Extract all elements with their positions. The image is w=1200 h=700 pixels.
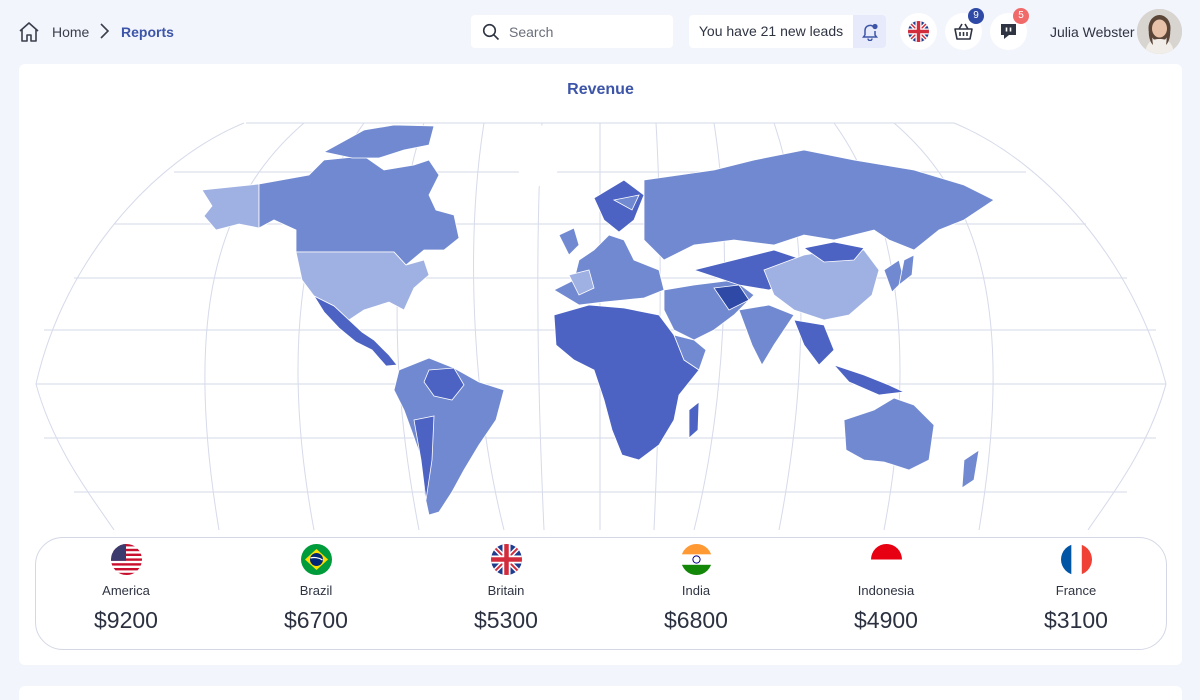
search-input[interactable]	[509, 22, 664, 42]
country-revenue: $5300	[474, 607, 538, 633]
search-box[interactable]	[471, 15, 673, 48]
country-revenue: $9200	[94, 607, 158, 633]
country-revenue: $4900	[854, 607, 918, 633]
breadcrumb-home[interactable]: Home	[52, 24, 89, 40]
user-name[interactable]: Julia Webster	[1050, 24, 1135, 40]
country-name: Britain	[487, 583, 525, 598]
country-stat-indonesia[interactable]: Indonesia $4900	[816, 544, 956, 634]
chevron-right-icon	[100, 23, 110, 39]
card-title: Revenue	[567, 81, 634, 98]
india-flag-icon	[680, 544, 712, 575]
country-name: Indonesia	[857, 583, 915, 598]
cart-count-badge: 9	[968, 8, 984, 24]
brazil-flag-icon	[300, 544, 332, 575]
country-stat-britain[interactable]: Britain $5300	[436, 544, 576, 634]
top-bar: Home Reports You have 21 new leads	[0, 0, 1200, 64]
country-revenue: $6700	[284, 607, 348, 633]
notifications-button[interactable]	[853, 15, 886, 48]
revenue-card: Revenue America $9200 Brazil $6700 Brita…	[19, 64, 1182, 665]
bell-icon	[862, 23, 878, 41]
indonesia-flag-icon	[870, 544, 902, 575]
home-icon[interactable]	[18, 21, 40, 43]
country-revenue: $3100	[1044, 607, 1108, 633]
cart-button[interactable]: 9	[945, 8, 984, 50]
country-stat-brazil[interactable]: Brazil $6700	[246, 544, 386, 634]
breadcrumb-current: Reports	[121, 24, 174, 40]
uk-flag-icon	[490, 544, 522, 575]
leads-notice[interactable]: You have 21 new leads	[689, 15, 853, 48]
uk-flag-icon	[908, 21, 929, 42]
country-name: America	[102, 583, 150, 598]
country-revenue: $6800	[664, 607, 728, 633]
country-revenue-list: America $9200 Brazil $6700 Britain $5300…	[35, 537, 1167, 650]
country-stat-india[interactable]: India $6800	[626, 544, 766, 634]
world-map	[35, 122, 1167, 530]
avatar-image	[1137, 9, 1182, 54]
country-stat-france[interactable]: France $3100	[1006, 544, 1146, 634]
chat-icon	[1001, 24, 1016, 39]
avatar[interactable]	[1137, 9, 1182, 54]
map-countries	[201, 124, 995, 516]
country-name: India	[681, 583, 711, 598]
country-name: France	[1055, 583, 1097, 598]
secondary-card	[19, 686, 1182, 700]
basket-icon	[954, 23, 973, 40]
usa-flag-icon	[110, 544, 142, 575]
messages-button[interactable]: 5	[990, 8, 1029, 50]
country-name: Brazil	[299, 583, 333, 598]
search-icon	[482, 23, 500, 41]
france-flag-icon	[1060, 544, 1092, 575]
language-button[interactable]	[900, 13, 937, 50]
messages-count-badge: 5	[1013, 8, 1029, 24]
country-stat-america[interactable]: America $9200	[56, 544, 196, 634]
